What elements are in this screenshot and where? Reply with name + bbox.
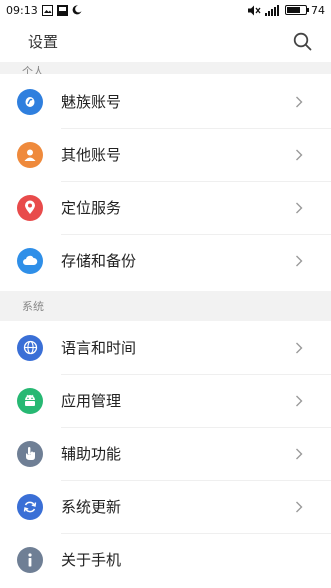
status-bar: 09:13 74	[0, 0, 331, 20]
notification-image-icon	[41, 4, 53, 16]
globe-icon	[17, 334, 43, 361]
cloud-icon	[17, 247, 43, 274]
section-label-system: 系统	[22, 300, 44, 313]
section-header-system: 系统	[0, 291, 331, 321]
settings-row-accessibility[interactable]: 辅助功能	[0, 427, 331, 480]
chevron-right-icon	[293, 448, 305, 460]
settings-row-other-accounts[interactable]: 其他账号	[0, 128, 331, 181]
chevron-right-icon	[293, 202, 305, 214]
hand-icon	[17, 440, 43, 467]
settings-row-about-phone[interactable]: 关于手机	[0, 533, 331, 586]
battery-icon	[285, 5, 309, 15]
settings-row-system-update[interactable]: 系统更新	[0, 480, 331, 533]
battery-fill	[287, 7, 300, 13]
chevron-right-icon	[293, 395, 305, 407]
row-label: 其他账号	[61, 146, 122, 164]
signal-icon	[265, 4, 281, 16]
chevron-right-icon	[293, 149, 305, 161]
notification-gallery-icon	[56, 4, 68, 16]
battery-level: 74	[311, 3, 325, 17]
chevron-right-icon	[293, 96, 305, 108]
search-icon	[293, 32, 311, 50]
mute-icon	[248, 5, 261, 16]
chevron-right-icon	[293, 255, 305, 267]
person-icon	[17, 141, 43, 168]
row-label: 定位服务	[61, 199, 122, 217]
settings-row-location[interactable]: 定位服务	[0, 181, 331, 234]
section-header-personal: 个人	[0, 62, 331, 74]
app-bar: 设置	[0, 20, 331, 62]
settings-row-storage-backup[interactable]: 存储和备份	[0, 234, 331, 287]
settings-row-language-time[interactable]: 语言和时间	[0, 321, 331, 374]
row-label: 关于手机	[61, 551, 122, 569]
android-robot-icon	[17, 387, 43, 414]
row-label: 系统更新	[61, 498, 122, 516]
chevron-right-icon	[293, 342, 305, 354]
status-time: 09:13	[6, 3, 38, 17]
row-label: 辅助功能	[61, 445, 122, 463]
refresh-icon	[17, 493, 43, 520]
section-label-personal: 个人	[22, 65, 44, 74]
location-pin-icon	[17, 194, 43, 221]
status-left: 09:13	[6, 4, 82, 17]
row-label: 存储和备份	[61, 252, 137, 270]
row-label: 语言和时间	[61, 339, 137, 357]
row-label: 应用管理	[61, 392, 122, 410]
moon-icon	[72, 5, 82, 15]
flyme-account-icon	[17, 88, 43, 115]
status-right: 74	[248, 4, 325, 17]
chevron-right-icon	[293, 501, 305, 513]
row-label: 魅族账号	[61, 93, 122, 111]
page-title: 设置	[28, 32, 59, 51]
info-icon	[17, 546, 43, 573]
settings-row-flyme-account[interactable]: 魅族账号	[0, 75, 331, 128]
settings-row-app-management[interactable]: 应用管理	[0, 374, 331, 427]
search-button[interactable]	[291, 30, 313, 52]
